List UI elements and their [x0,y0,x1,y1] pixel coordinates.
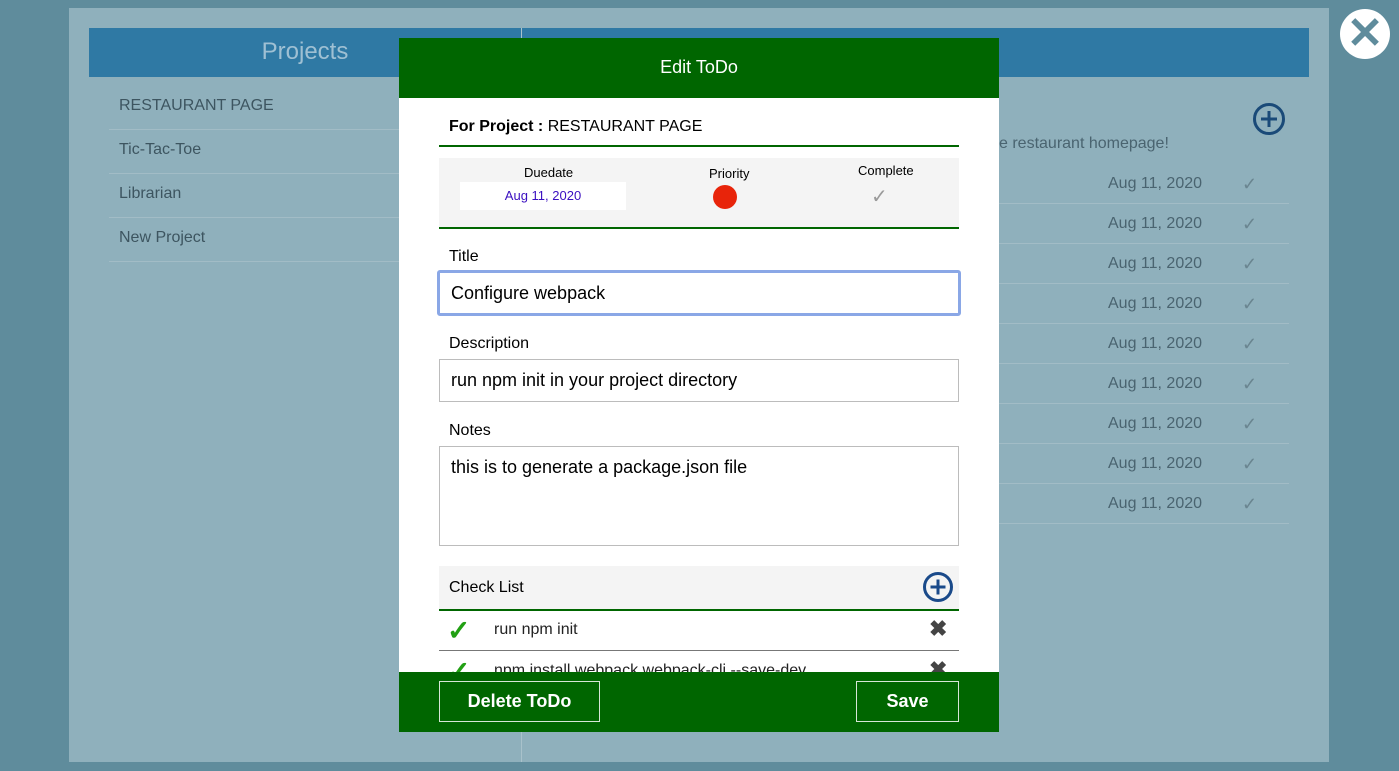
add-checklist-item-icon[interactable] [923,572,953,602]
edit-todo-modal: Edit ToDo For Project : RESTAURANT PAGE … [399,38,999,732]
checklist-item: ✓ npm install webpack webpack-cli --save… [439,651,959,672]
todo-date: Aug 11, 2020 [1108,175,1203,192]
for-project-label: For Project : [449,118,544,135]
check-icon[interactable]: ✓ [1242,174,1257,195]
checklist-item-text: npm install webpack webpack-cli --save-d… [494,662,807,672]
todo-row[interactable]: Aug 11, 2020 ✓ [999,484,1289,524]
check-icon[interactable]: ✓ [447,614,470,647]
check-icon[interactable]: ✓ [1242,414,1257,435]
checklist-item-text: run npm init [494,621,578,638]
todo-date: Aug 11, 2020 [1108,215,1203,232]
priority-label: Priority [709,166,750,181]
todo-row[interactable]: Aug 11, 2020 ✓ [999,364,1289,404]
for-project: For Project : RESTAURANT PAGE [439,110,959,147]
todo-date: Aug 11, 2020 [1108,455,1203,472]
title-input[interactable]: Configure webpack [437,270,961,316]
title-label: Title [449,248,479,265]
delete-todo-button[interactable]: Delete ToDo [439,681,600,722]
todo-row[interactable]: Aug 11, 2020 ✓ [999,284,1289,324]
complete-label: Complete [858,163,914,178]
modal-body: For Project : RESTAURANT PAGE Duedate Au… [399,98,999,672]
modal-title: Edit ToDo [399,38,999,98]
close-icon[interactable]: ✕ [1340,9,1390,59]
todo-date: Aug 11, 2020 [1108,255,1203,272]
todo-row[interactable]: Aug 11, 2020 ✓ [999,164,1289,204]
todo-meta: Duedate Aug 11, 2020 Priority Complete ✓ [439,158,959,229]
modal-footer: Delete ToDo Save [399,672,999,732]
checklist-item: ✓ run npm init ✖ [439,610,959,651]
remove-icon[interactable]: ✖ [929,657,947,672]
todo-date: Aug 11, 2020 [1108,335,1203,352]
todo-row[interactable]: Aug 11, 2020 ✓ [999,324,1289,364]
add-todo-icon[interactable] [1253,103,1285,135]
checklist-label: Check List [449,579,524,596]
todo-row[interactable]: Aug 11, 2020 ✓ [999,244,1289,284]
for-project-value: RESTAURANT PAGE [547,118,703,135]
todo-date: Aug 11, 2020 [1108,415,1203,432]
todo-date: Aug 11, 2020 [1108,375,1203,392]
check-icon[interactable]: ✓ [1242,494,1257,515]
project-description: e restaurant homepage! [999,135,1169,152]
duedate-label: Duedate [524,165,574,180]
todo-row[interactable]: Aug 11, 2020 ✓ [999,204,1289,244]
check-icon[interactable]: ✓ [1242,294,1257,315]
remove-icon[interactable]: ✖ [929,616,947,642]
todo-row[interactable]: Aug 11, 2020 ✓ [999,404,1289,444]
save-button[interactable]: Save [856,681,959,722]
complete-check-icon[interactable]: ✓ [871,184,888,209]
check-icon[interactable]: ✓ [1242,334,1257,355]
check-icon[interactable]: ✓ [447,655,470,672]
todo-row[interactable]: Aug 11, 2020 ✓ [999,444,1289,484]
duedate-input[interactable]: Aug 11, 2020 [460,182,626,210]
description-label: Description [449,335,530,352]
notes-label: Notes [449,422,491,439]
todo-date: Aug 11, 2020 [1108,495,1203,512]
description-input[interactable]: run npm init in your project directory [439,359,959,402]
checklist-header: Check List [439,566,959,611]
check-icon[interactable]: ✓ [1242,454,1257,475]
todo-date: Aug 11, 2020 [1108,295,1203,312]
check-icon[interactable]: ✓ [1242,254,1257,275]
check-icon[interactable]: ✓ [1242,214,1257,235]
notes-textarea[interactable]: this is to generate a package.json file [439,446,959,546]
check-icon[interactable]: ✓ [1242,374,1257,395]
priority-indicator[interactable] [713,185,737,209]
todo-list: Aug 11, 2020 ✓ Aug 11, 2020 ✓ Aug 11, 2020… [999,164,1289,524]
